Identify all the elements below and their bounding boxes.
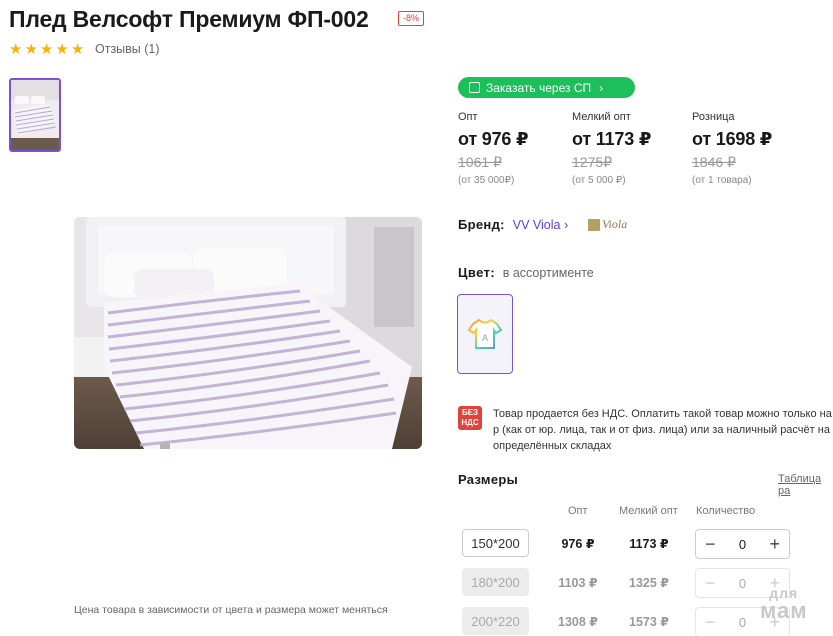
minus-icon[interactable]: − [705,574,716,592]
product-thumbnail[interactable] [9,78,61,152]
color-swatch[interactable]: A [457,294,513,374]
chevron-right-icon: › [599,80,604,95]
shopping-bag-icon [469,82,480,93]
price-value: от 1173 ₽ [572,129,652,149]
order-sp-button[interactable]: Заказать через СП › [458,77,635,98]
col-header-opt: Опт [568,505,588,517]
product-main-image[interactable] [74,217,422,449]
size-price-opt: 976 ₽ [561,537,595,551]
no-vat-badge: БЕЗ НДС [458,406,482,430]
brand-label: Бренд: [458,217,505,232]
discount-badge: -8% [398,11,425,26]
blanket-photo [74,217,422,449]
star-icon: ★ [70,41,85,58]
quantity-value[interactable]: 0 [739,615,746,630]
rating-stars: ★ ★ ★ ★ ★ [9,42,84,57]
plus-icon[interactable]: + [769,535,780,553]
color-value: в ассортименте [502,266,594,280]
price-label: Мелкий опт [572,111,631,123]
price-old: 1061 ₽ [458,154,502,170]
price-label: Розница [692,111,735,123]
brand-logo-text: Viola [602,217,628,231]
col-header-small-opt: Мелкий опт [619,505,678,517]
color-label: Цвет: [458,265,496,280]
size-row: 200*220 1308 ₽ 1573 ₽ − 0 + [0,607,833,636]
size-price-small-opt: 1173 ₽ [629,537,669,551]
size-row: 150*200 976 ₽ 1173 ₽ − 0 + [0,529,833,559]
sizes-title: Размеры [458,472,519,487]
minus-icon[interactable]: − [705,613,716,631]
color-row: Цвет: в ассортименте [458,265,594,280]
price-retail: Розница от 1698 ₽ 1846 ₽ (от 1 товара) [692,111,772,186]
star-icon: ★ [24,41,38,58]
brand-logo[interactable]: Viola [588,217,627,232]
size-chip[interactable]: 150*200 [462,529,529,557]
brand-logo-icon [588,218,601,231]
product-title: Плед Велсофт Премиум ФП-002 [9,6,369,32]
price-old: 1275₽ [572,154,613,170]
size-row: 180*200 1103 ₽ 1325 ₽ − 0 + [0,568,833,598]
price-old: 1846 ₽ [692,154,736,170]
order-sp-label: Заказать через СП [486,80,592,95]
size-table-link[interactable]: Таблица ра [778,473,833,497]
brand-row: Бренд: VV Viola › Viola [458,217,627,232]
brand-link[interactable]: VV Viola › [513,218,568,232]
quantity-value[interactable]: 0 [739,537,746,552]
price-min: (от 5 000 ₽) [572,175,626,186]
vat-notice: БЕЗ НДС Товар продается без НДС. Оплатит… [458,406,833,454]
col-header-qty: Количество [696,505,756,517]
price-value: от 976 ₽ [458,129,529,149]
watermark: для мам [760,585,808,623]
quantity-value[interactable]: 0 [739,576,746,591]
star-icon: ★ [9,41,23,58]
price-min: (от 35 000₽) [458,175,515,186]
star-icon: ★ [55,41,69,58]
size-price-small-opt: 1325 ₽ [629,576,669,590]
price-label: Опт [458,111,478,123]
price-opt: Опт от 976 ₽ 1061 ₽ (от 35 000₽) [458,111,529,186]
size-price-small-opt: 1573 ₽ [629,615,669,629]
price-value: от 1698 ₽ [692,129,773,149]
size-chip[interactable]: 180*200 [462,568,529,596]
blanket-thumbnail-image [11,80,59,150]
tshirt-icon: A [467,318,503,349]
minus-icon[interactable]: − [705,535,716,553]
size-chip[interactable]: 200*220 [462,607,529,635]
size-price-opt: 1308 ₽ [558,615,598,629]
price-min: (от 1 товара) [692,175,752,186]
svg-text:A: A [482,333,488,343]
vat-text: Товар продается без НДС. Оплатить такой … [493,408,832,452]
star-icon: ★ [39,41,54,58]
quantity-stepper: − 0 + [695,529,790,559]
size-price-opt: 1103 ₽ [558,576,598,590]
price-small-opt: Мелкий опт от 1173 ₽ 1275₽ (от 5 000 ₽) [572,111,651,186]
reviews-link[interactable]: Отзывы (1) [95,42,160,56]
